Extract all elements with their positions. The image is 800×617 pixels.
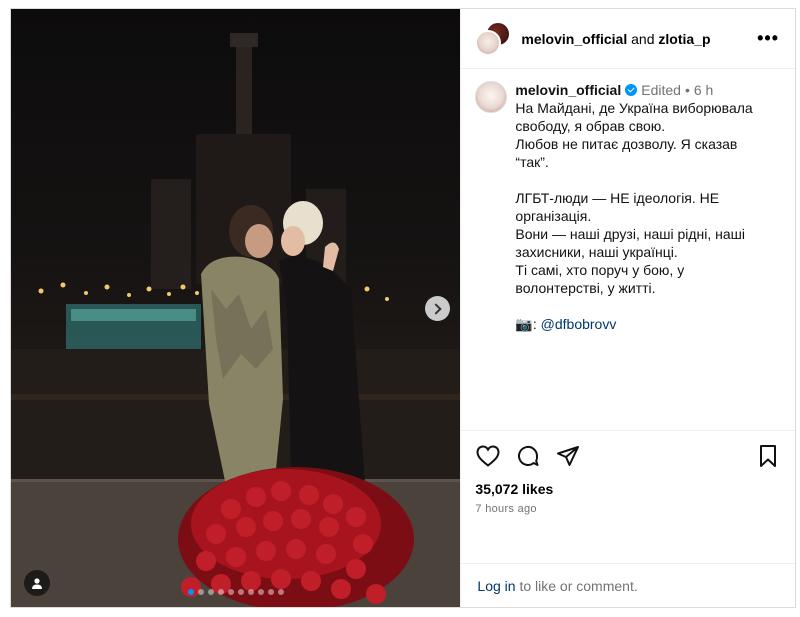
- caption-line: Любов не питає дозволу. Я сказав: [515, 136, 738, 152]
- collab-title: melovin_official and zlotia_p: [521, 31, 755, 47]
- caption-line: захисники, наші українці.: [515, 244, 678, 260]
- carousel-dot: [208, 589, 214, 595]
- carousel-dot: [248, 589, 254, 595]
- header-joiner: and: [631, 30, 655, 47]
- post-card: melovin_official and zlotia_p ••• melovi…: [10, 8, 796, 608]
- caption-section: melovin_official Edited • 6 h На Майдані…: [461, 69, 795, 430]
- next-slide-button[interactable]: [425, 296, 450, 321]
- comment-icon[interactable]: [515, 443, 541, 469]
- more-options-icon[interactable]: •••: [755, 28, 781, 49]
- carousel-dot: [278, 589, 284, 595]
- caption-line: Ті самі, хто поруч у бою, у: [515, 262, 685, 278]
- post-timestamp[interactable]: 7 hours ago: [475, 503, 781, 515]
- post-header: melovin_official and zlotia_p •••: [461, 9, 795, 69]
- verified-badge-icon: [625, 84, 638, 96]
- comment-bar: Log in to like or comment.: [461, 563, 795, 607]
- carousel-dot: [238, 589, 244, 595]
- share-icon[interactable]: [555, 443, 581, 469]
- caption-body: melovin_official Edited • 6 h На Майдані…: [515, 81, 752, 430]
- post-age[interactable]: 6 h: [694, 81, 713, 99]
- avatar-melovin: [475, 29, 502, 56]
- carousel-dot: [258, 589, 264, 595]
- caption-line: На Майдані, де Україна виборювала: [515, 100, 753, 116]
- caption-avatar[interactable]: [475, 81, 508, 113]
- meta-separator: •: [684, 82, 690, 98]
- carousel-dot: [198, 589, 204, 595]
- heart-icon[interactable]: [475, 443, 501, 469]
- edited-label: Edited: [641, 82, 681, 98]
- credit-mention-link[interactable]: @dfbobrovv: [541, 316, 617, 332]
- carousel-dot: [228, 589, 234, 595]
- caption-username[interactable]: melovin_official: [515, 81, 621, 99]
- photo-credit: 📷: @dfbobrovv: [515, 315, 752, 333]
- caption-line: свободу, я обрав свою.: [515, 118, 666, 134]
- carousel-indicator: [11, 589, 460, 595]
- carousel-dot: [188, 589, 194, 595]
- carousel-dot: [218, 589, 224, 595]
- caption-line: “так”.: [515, 154, 549, 170]
- collab-avatars[interactable]: [475, 20, 512, 57]
- login-link[interactable]: Log in: [477, 578, 515, 594]
- actions-section: 35,072 likes 7 hours ago: [461, 430, 795, 563]
- post-photo[interactable]: [11, 9, 461, 607]
- likes-count[interactable]: 35,072 likes: [475, 481, 781, 497]
- caption-line: волонтерстві, у житті.: [515, 280, 656, 296]
- post-side-panel: melovin_official and zlotia_p ••• melovi…: [460, 9, 795, 607]
- photo-scene: [11, 33, 461, 607]
- camera-icon: 📷:: [515, 316, 537, 332]
- save-icon[interactable]: [755, 443, 781, 469]
- action-icons: [475, 441, 781, 471]
- comment-prompt: to like or comment.: [515, 577, 638, 594]
- header-username-2[interactable]: zlotia_p: [658, 31, 710, 47]
- caption-line: організація.: [515, 208, 592, 224]
- person-icon: [32, 578, 42, 589]
- caption-line: ЛГБТ-люди — НЕ ідеологія. НЕ: [515, 190, 720, 206]
- carousel-dot: [268, 589, 274, 595]
- caption-user-line: melovin_official Edited • 6 h: [515, 81, 752, 99]
- chevron-right-icon: [430, 302, 442, 315]
- caption-line: Вони — наші друзі, наші рідні, наші: [515, 226, 746, 242]
- header-username-1[interactable]: melovin_official: [521, 31, 627, 47]
